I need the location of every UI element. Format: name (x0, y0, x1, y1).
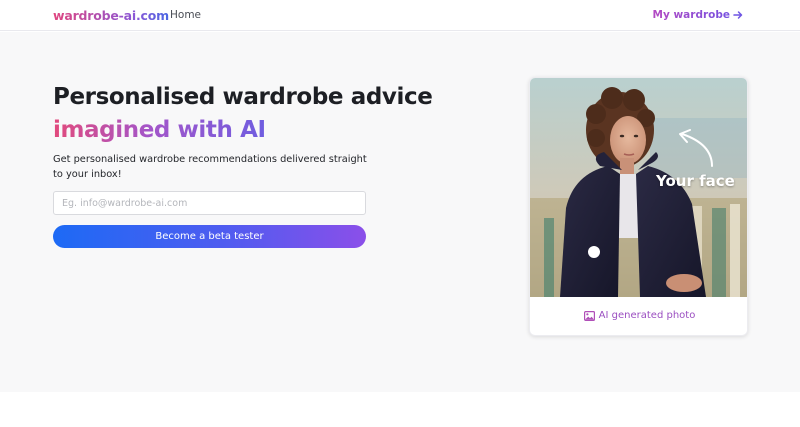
beta-tester-button[interactable]: Become a beta tester (53, 225, 366, 248)
hero-description: Get personalised wardrobe recommendation… (53, 154, 367, 180)
photo-caption-text: AI generated photo (598, 310, 696, 321)
photo-caption: AI generated photo (530, 310, 747, 321)
nav-home-link[interactable]: Home (170, 9, 201, 21)
email-input[interactable] (53, 191, 366, 215)
site-logo[interactable]: wardrobe-ai.com (53, 8, 169, 23)
image-icon (583, 310, 595, 321)
top-navbar: wardrobe-ai.com Home My wardrobe (0, 0, 800, 31)
arrow-right-icon (733, 11, 743, 19)
my-wardrobe-label: My wardrobe (652, 9, 730, 21)
hero-subtitle-gradient: imagined with AI (53, 117, 266, 143)
my-wardrobe-link[interactable]: My wardrobe (653, 9, 743, 21)
your-face-label: Your face (656, 172, 735, 190)
ai-photo-card: Your face AI generated photo (529, 77, 748, 336)
hero-title: Personalised wardrobe advice (53, 84, 433, 110)
